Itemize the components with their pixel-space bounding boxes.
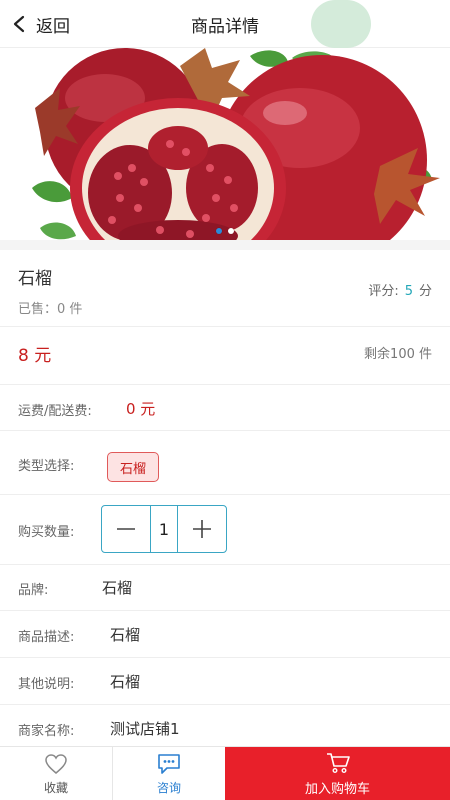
favorite-button[interactable]: 收藏: [0, 747, 112, 800]
shipping-value: 0 元: [126, 400, 156, 418]
divider: [0, 384, 450, 385]
divider: [0, 610, 450, 611]
header-bar: 返回 商品详情: [0, 0, 450, 48]
product-image-carousel[interactable]: [0, 48, 450, 240]
detail-value-merchant: 测试店铺1: [110, 720, 180, 738]
carousel-dot[interactable]: [228, 228, 234, 234]
product-price: 8 元: [18, 346, 52, 366]
rating-value: 5: [404, 284, 413, 299]
stock-remaining: 剩余100 件: [364, 347, 432, 362]
divider: [0, 704, 450, 705]
floating-circle-button[interactable]: [311, 0, 371, 48]
carousel-dot-active[interactable]: [216, 228, 222, 234]
divider: [0, 564, 450, 565]
increase-button[interactable]: [178, 506, 226, 552]
product-name: 石榴: [18, 269, 52, 289]
type-option-chip[interactable]: 石榴: [107, 452, 159, 482]
plus-icon: [193, 520, 211, 538]
divider: [0, 240, 450, 250]
heart-icon: [45, 753, 67, 774]
detail-value-description: 石榴: [110, 626, 141, 644]
detail-label-description: 商品描述:: [18, 630, 75, 645]
detail-label-brand: 品牌:: [18, 583, 49, 598]
decrease-button[interactable]: [102, 506, 150, 552]
divider: [0, 430, 450, 431]
divider: [0, 326, 450, 327]
type-select-label: 类型选择:: [18, 459, 75, 474]
detail-value-notes: 石榴: [110, 673, 141, 691]
quantity-stepper[interactable]: 1: [101, 505, 227, 553]
pomegranate-image: [32, 48, 440, 240]
add-to-cart-label: 加入购物车: [304, 781, 370, 797]
sold-count: 已售：0 件: [18, 302, 83, 317]
detail-label-notes: 其他说明:: [18, 677, 75, 692]
quantity-value[interactable]: 1: [150, 506, 178, 552]
page-title: 商品详情: [191, 17, 259, 37]
add-to-cart-button[interactable]: 加入购物车: [225, 747, 450, 800]
carousel-indicators: [0, 228, 450, 234]
cart-icon: [326, 752, 350, 773]
rating-label: 评分:: [368, 284, 399, 299]
detail-value-brand: 石榴: [102, 579, 133, 597]
consult-button[interactable]: 咨询: [112, 747, 225, 800]
rating-unit: 分: [418, 284, 432, 299]
favorite-label: 收藏: [43, 780, 68, 795]
divider: [0, 494, 450, 495]
chat-icon: [158, 753, 180, 774]
consult-label: 咨询: [156, 780, 181, 795]
bottom-action-bar: 收藏 咨询 加入购物车: [0, 746, 450, 800]
quantity-label: 购买数量:: [18, 525, 75, 540]
minus-icon: [117, 528, 135, 530]
divider: [0, 657, 450, 658]
detail-label-merchant: 商家名称:: [18, 724, 75, 739]
rating: 评分: 5 分: [368, 280, 432, 299]
shipping-label: 运费/配送费:: [18, 404, 92, 419]
